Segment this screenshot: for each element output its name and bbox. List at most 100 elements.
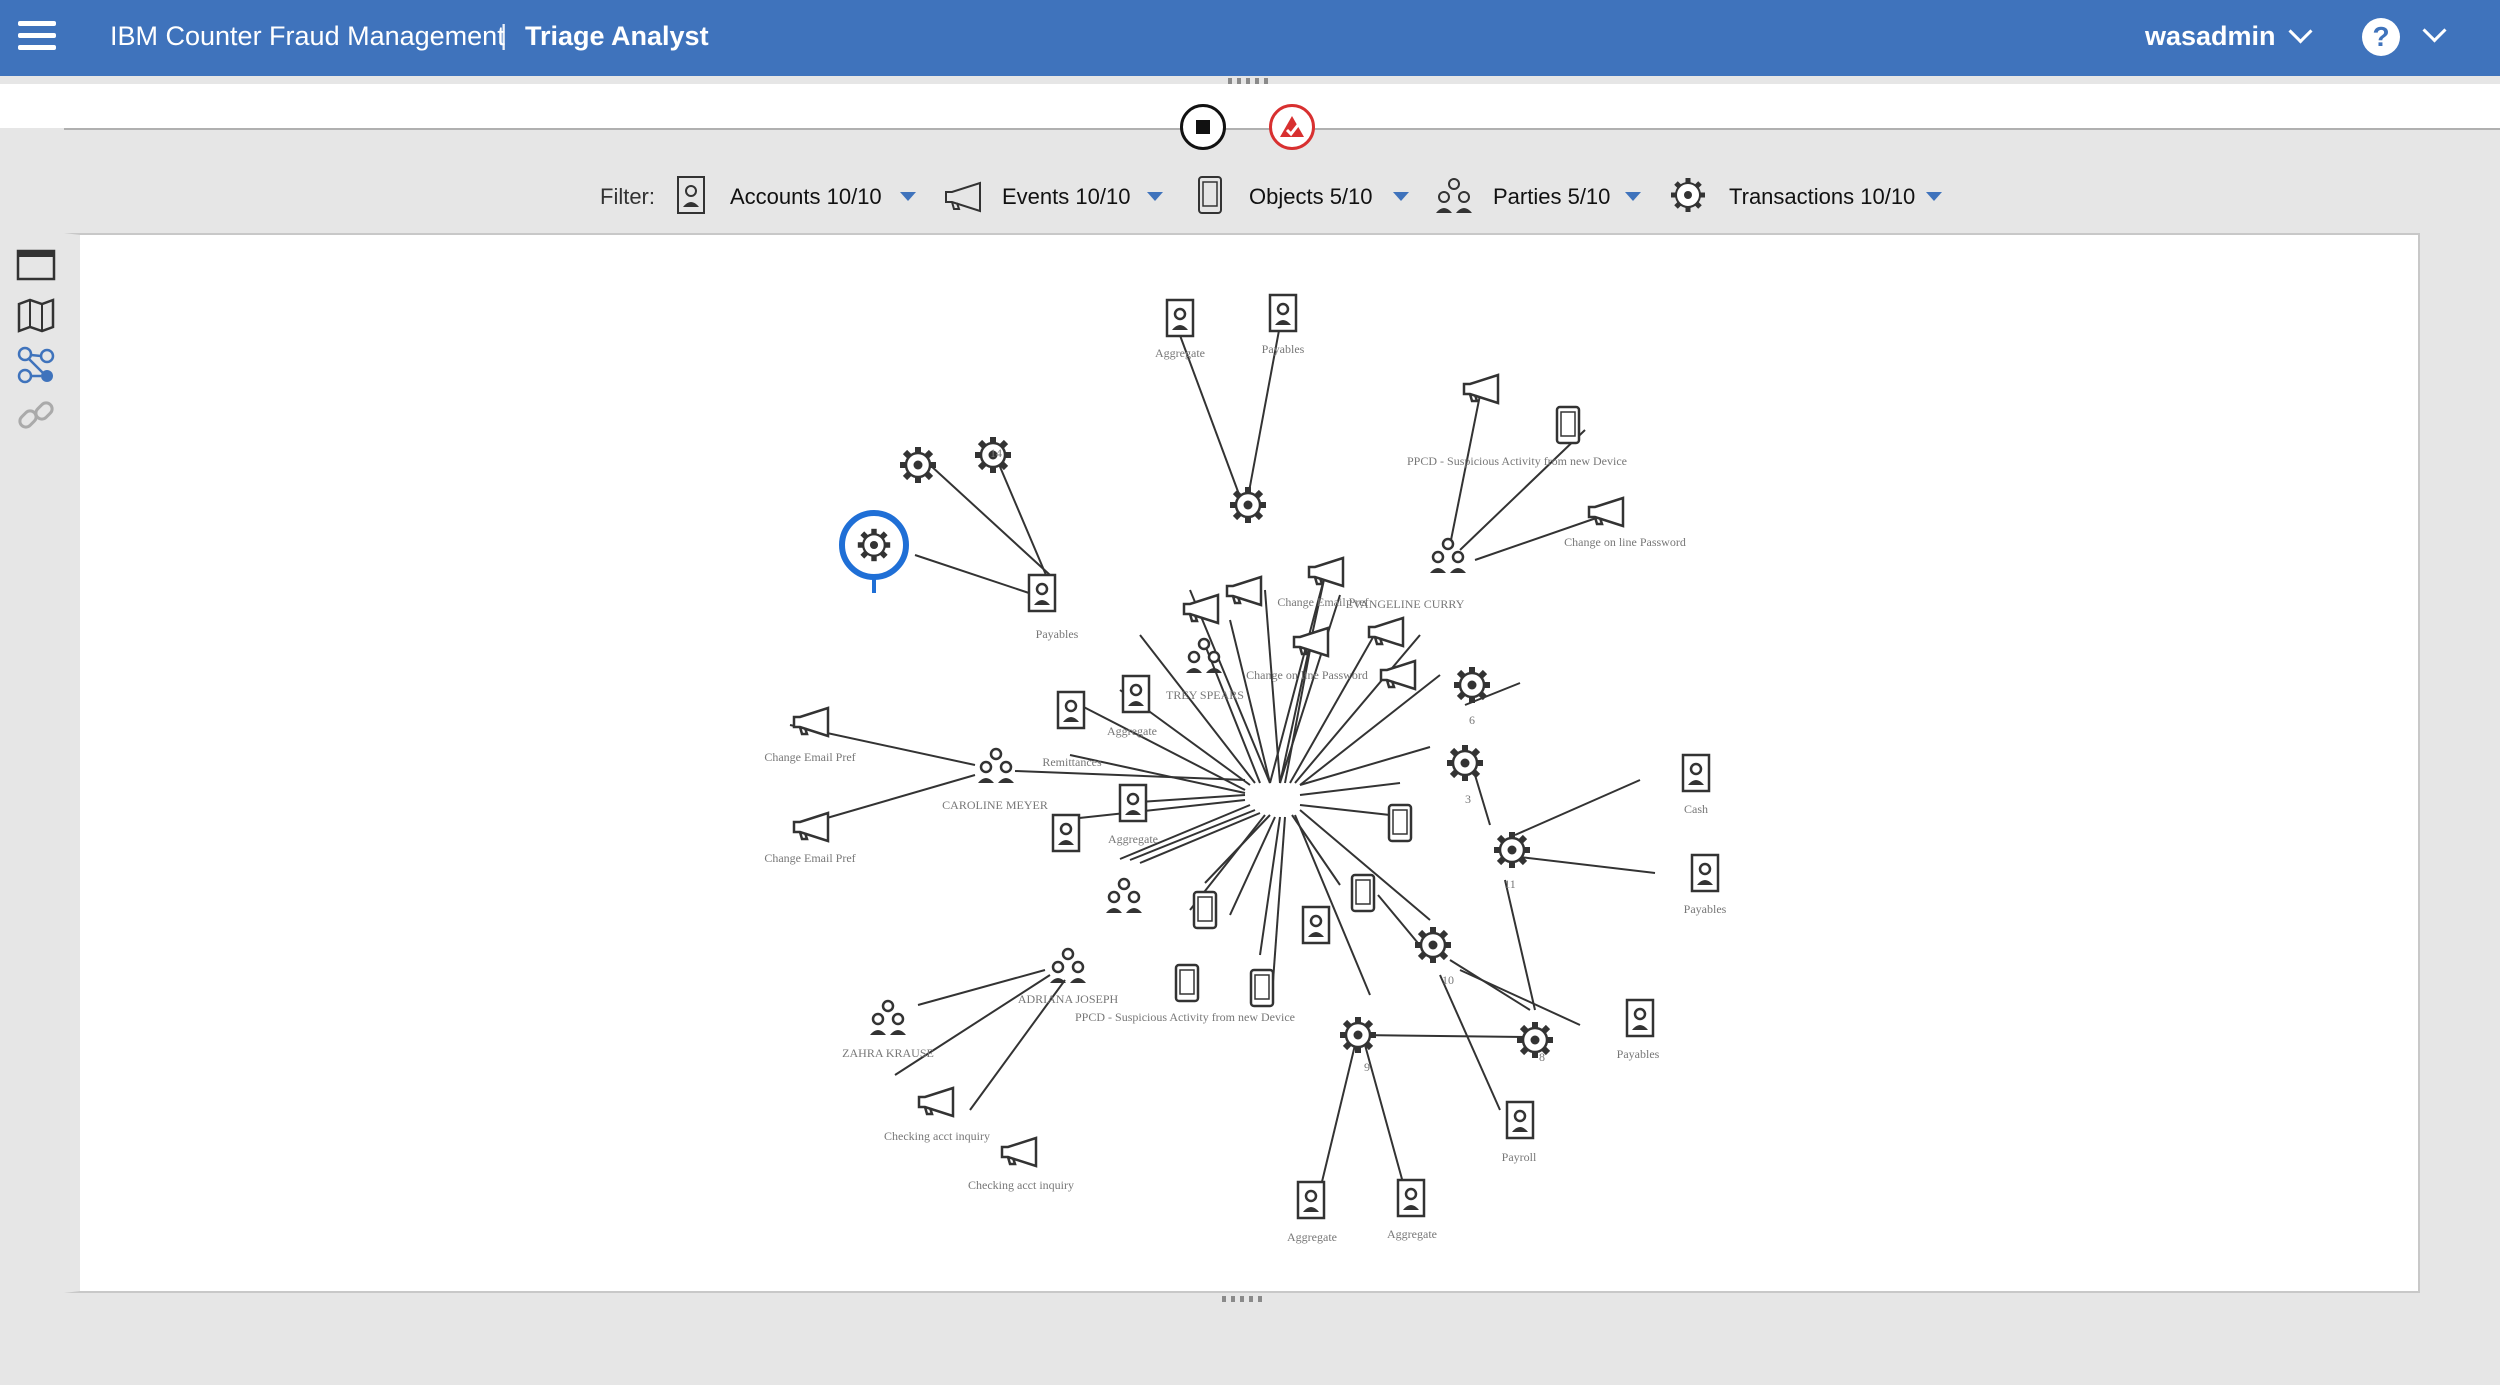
label-payables-br: Payables (1617, 1047, 1660, 1061)
label-remittances: Remittances (1042, 755, 1102, 769)
resize-handle-bottom[interactable] (1222, 1296, 1266, 1302)
label-payables-right: Payables (1684, 902, 1727, 916)
link-icon (18, 401, 54, 429)
node-event-online-pw-mid[interactable] (1292, 626, 1330, 658)
node-account-aggregate-mid1[interactable] (1121, 674, 1151, 714)
label-ppcd-bottom: PPCD - Suspicious Activity from new Devi… (1075, 1010, 1295, 1024)
stop-button[interactable] (1180, 104, 1226, 150)
node-account-aggregate-b1[interactable] (1296, 1180, 1326, 1220)
node-transaction-11[interactable] (1494, 832, 1530, 868)
caret-down-icon[interactable] (1625, 192, 1641, 201)
node-account-payroll[interactable] (1505, 1100, 1535, 1140)
user-name: wasadmin (2145, 21, 2276, 51)
caret-down-icon[interactable] (1393, 192, 1409, 201)
node-account-remittances[interactable] (1056, 690, 1086, 730)
node-event-mid4[interactable] (1379, 659, 1417, 691)
node-transaction-3[interactable] (1447, 745, 1483, 781)
top-panel (0, 84, 2500, 128)
node-object-right[interactable] (1387, 803, 1413, 843)
node-party-caroline[interactable] (976, 747, 1016, 785)
node-object-mid3[interactable] (1174, 963, 1200, 1003)
node-object-mid2[interactable] (1350, 873, 1376, 913)
map-icon (17, 298, 55, 333)
node-event-online-pw[interactable] (1587, 496, 1625, 528)
role-title: Triage Analyst (525, 21, 709, 51)
node-account-payables-top[interactable] (1268, 293, 1298, 333)
node-event-mid2[interactable] (1225, 575, 1263, 607)
filter-label: Filter: (600, 184, 655, 209)
node-party-mid[interactable] (1104, 877, 1144, 915)
node-transaction-top[interactable] (1230, 487, 1266, 523)
window-view-button[interactable] (16, 245, 56, 285)
chevron-down-icon (2288, 19, 2313, 44)
label-checking1: Checking acct inquiry (884, 1129, 990, 1143)
label-aggregate-top: Aggregate (1155, 346, 1205, 360)
node-event-change-email-left1[interactable] (792, 706, 830, 738)
node-transaction-2[interactable] (900, 447, 936, 483)
node-object-top-right[interactable] (1555, 405, 1581, 445)
node-transaction-selected[interactable] (858, 529, 890, 561)
label-change-email-left2: Change Email Pref (764, 851, 855, 865)
node-event-change-email-mid[interactable] (1307, 556, 1345, 588)
event-megaphone-icon (945, 181, 981, 213)
node-event-top-right[interactable] (1462, 373, 1500, 405)
node-event-change-email-left2[interactable] (792, 811, 830, 843)
node-account-aggregate-top[interactable] (1165, 298, 1195, 338)
node-event-checking1[interactable] (917, 1086, 955, 1118)
caret-down-icon[interactable] (900, 192, 916, 201)
caret-down-icon[interactable] (1926, 192, 1942, 201)
label-aggregate-b1: Aggregate (1287, 1230, 1337, 1244)
node-account-payables-left[interactable] (1027, 573, 1057, 613)
object-device-icon (1198, 176, 1222, 214)
filter-objects[interactable]: Objects 5/10 (1195, 170, 1455, 220)
node-transaction-9[interactable] (1340, 1017, 1376, 1053)
node-account-mid3[interactable] (1051, 813, 1081, 853)
node-transaction-8[interactable] (1517, 1022, 1553, 1058)
alert-button[interactable] (1269, 104, 1315, 150)
help-icon[interactable]: ? (2362, 18, 2400, 56)
node-account-payables-right[interactable] (1690, 853, 1720, 893)
filter-parties-label: Parties 5/10 (1493, 184, 1611, 209)
node-party-trey[interactable] (1184, 637, 1224, 675)
node-account-aggregate-b2[interactable] (1396, 1178, 1426, 1218)
node-account-cash[interactable] (1681, 753, 1711, 793)
filter-objects-label: Objects 5/10 (1249, 184, 1373, 209)
node-event-mid3[interactable] (1367, 616, 1405, 648)
map-view-button[interactable] (16, 295, 56, 335)
link-view-button[interactable] (16, 395, 56, 435)
node-party-zahra[interactable] (868, 999, 908, 1037)
node-transaction-10[interactable] (1415, 927, 1451, 963)
network-graph-icon (17, 346, 55, 384)
node-object-ppcd[interactable] (1249, 968, 1275, 1008)
filter-events-label: Events 10/10 (1002, 184, 1131, 209)
title-separator: | (500, 19, 508, 50)
node-transaction-6[interactable] (1454, 667, 1490, 703)
label-trey: TREY SPEARS (1166, 688, 1244, 702)
node-party-adriana[interactable] (1048, 947, 1088, 985)
label-ppcd-top: PPCD - Suspicious Activity from new Devi… (1407, 454, 1627, 468)
network-graph[interactable]: Aggregate Payables PPCD - Suspicious Act… (80, 235, 2410, 1285)
node-party-evangeline[interactable] (1428, 537, 1468, 575)
label-change-online-pw-mid: Change on line Password (1246, 668, 1368, 682)
label-payables-left: Payables (1036, 627, 1079, 641)
hamburger-menu-icon[interactable] (18, 21, 56, 51)
node-event-checking2[interactable] (1000, 1136, 1038, 1168)
filter-transactions[interactable]: Transactions 10/10 (1668, 170, 1968, 220)
user-menu[interactable]: wasadmin (2145, 19, 2313, 52)
label-change-email-left1: Change Email Pref (764, 750, 855, 764)
caret-down-icon[interactable] (1147, 192, 1163, 201)
node-account-aggregate-mid2[interactable] (1118, 783, 1148, 823)
label-tx-3: 3 (1465, 792, 1471, 806)
label-change-online-pw-right: Change on line Password (1564, 535, 1686, 549)
label-zahra: ZAHRA KRAUSE (842, 1046, 934, 1060)
label-tx-11: 11 (1504, 877, 1516, 891)
node-event-mid1[interactable] (1182, 593, 1220, 625)
label-aggregate-mid1: Aggregate (1107, 724, 1157, 738)
help-chevron-down-icon[interactable] (2422, 18, 2447, 43)
network-view-button[interactable] (16, 345, 56, 385)
alert-triangle-icon (1280, 116, 1304, 137)
node-object-mid1[interactable] (1192, 890, 1218, 930)
node-account-payables-br[interactable] (1625, 998, 1655, 1038)
node-account-mid4[interactable] (1301, 905, 1331, 945)
window-icon (16, 249, 56, 281)
